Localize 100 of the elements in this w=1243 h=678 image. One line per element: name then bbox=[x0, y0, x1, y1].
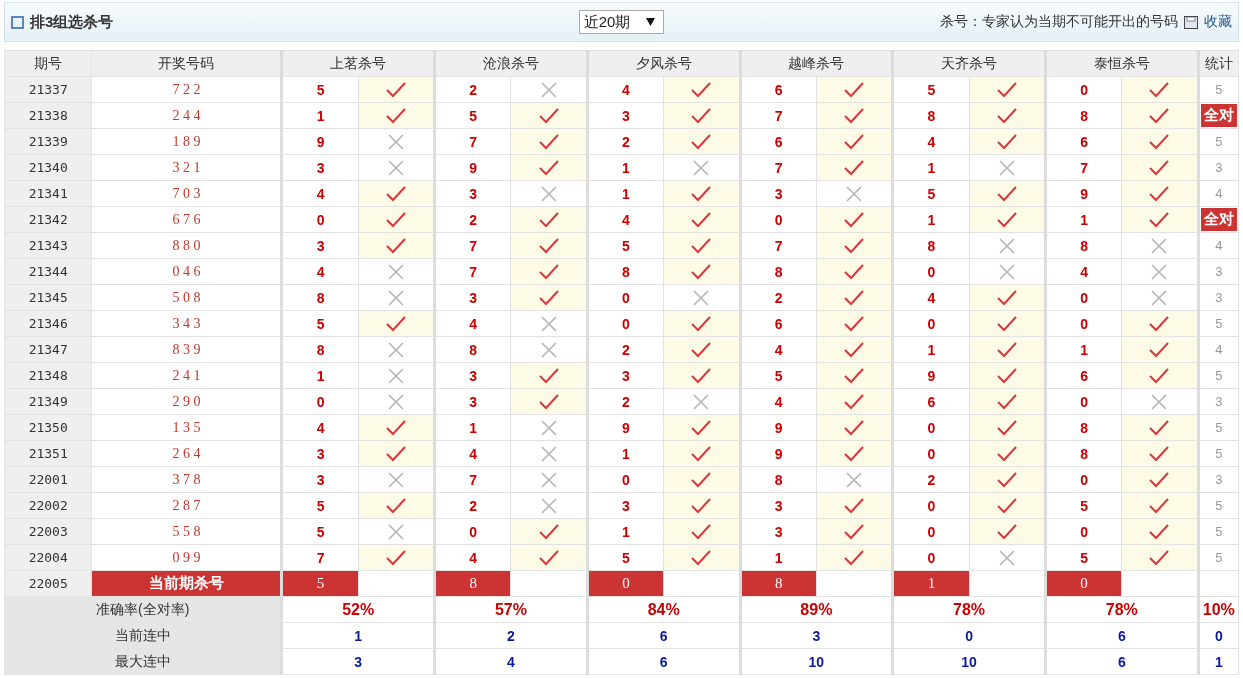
check-icon bbox=[844, 342, 865, 359]
check-icon bbox=[691, 134, 712, 151]
stat-cell: 4 bbox=[1198, 336, 1239, 363]
cross-icon bbox=[387, 134, 404, 151]
current-kill-number: 1 bbox=[892, 570, 970, 597]
check-icon bbox=[996, 524, 1017, 541]
check-icon bbox=[538, 524, 559, 541]
current-kill-number: 0 bbox=[587, 570, 664, 597]
cross-icon bbox=[540, 342, 557, 359]
summary-label: 最大连中 bbox=[4, 648, 282, 675]
stat-cell: 3 bbox=[1198, 258, 1239, 285]
cross-icon bbox=[540, 446, 557, 463]
summary-value: 3 bbox=[740, 622, 893, 649]
check-icon bbox=[538, 108, 559, 125]
check-icon bbox=[385, 212, 406, 229]
check-icon bbox=[538, 290, 559, 307]
stat-cell: 3 bbox=[1198, 466, 1239, 493]
column-header: 沧浪杀号 bbox=[434, 50, 588, 77]
check-icon bbox=[844, 550, 865, 567]
period-cell: 21344 bbox=[4, 258, 92, 285]
cross-icon bbox=[540, 420, 557, 437]
period-cell: 21348 bbox=[4, 362, 92, 389]
bookmark-link[interactable]: 收藏 bbox=[1204, 13, 1232, 31]
stat-cell: 3 bbox=[1198, 154, 1239, 181]
period-cell: 21347 bbox=[4, 336, 92, 363]
check-icon bbox=[385, 238, 406, 255]
cross-icon bbox=[998, 550, 1015, 567]
check-icon bbox=[691, 524, 712, 541]
check-icon bbox=[691, 446, 712, 463]
check-icon bbox=[691, 472, 712, 489]
period-cell: 21338 bbox=[4, 102, 92, 129]
check-icon bbox=[996, 134, 1017, 151]
period-cell: 21350 bbox=[4, 414, 92, 441]
stat-cell: 5 bbox=[1198, 492, 1239, 519]
check-icon bbox=[1149, 108, 1170, 125]
cross-icon bbox=[998, 160, 1015, 177]
summary-value: 10% bbox=[1198, 596, 1239, 623]
check-icon bbox=[385, 82, 406, 99]
check-icon bbox=[385, 498, 406, 515]
current-kill-number: 8 bbox=[740, 570, 817, 597]
check-icon bbox=[996, 446, 1017, 463]
current-kill-label: 当前期杀号 bbox=[91, 570, 282, 597]
cross-icon bbox=[693, 290, 710, 307]
stat-cell: 3 bbox=[1198, 284, 1239, 311]
column-header: 统计 bbox=[1198, 50, 1239, 77]
stat-cell: 5 bbox=[1198, 544, 1239, 571]
check-icon bbox=[996, 420, 1017, 437]
cross-icon bbox=[540, 82, 557, 99]
stat-cell: 4 bbox=[1198, 232, 1239, 259]
column-header: 上茗杀号 bbox=[281, 50, 435, 77]
check-icon bbox=[1149, 316, 1170, 333]
check-icon bbox=[1149, 134, 1170, 151]
cross-icon bbox=[998, 264, 1015, 281]
cross-icon bbox=[1151, 290, 1168, 307]
check-icon bbox=[844, 134, 865, 151]
check-icon bbox=[996, 368, 1017, 385]
summary-value: 6 bbox=[1045, 622, 1199, 649]
cross-icon bbox=[1151, 394, 1168, 411]
check-icon bbox=[691, 368, 712, 385]
check-icon bbox=[538, 368, 559, 385]
check-icon bbox=[538, 212, 559, 229]
check-icon bbox=[996, 108, 1017, 125]
period-cell: 22003 bbox=[4, 518, 92, 545]
check-icon bbox=[996, 498, 1017, 515]
check-icon bbox=[844, 498, 865, 515]
check-icon bbox=[691, 550, 712, 567]
summary-value: 6 bbox=[1045, 648, 1199, 675]
period-cell: 21346 bbox=[4, 310, 92, 337]
check-icon bbox=[1149, 160, 1170, 177]
summary-value: 1 bbox=[1198, 648, 1239, 675]
check-icon bbox=[1149, 82, 1170, 99]
check-icon bbox=[844, 420, 865, 437]
column-header: 泰恒杀号 bbox=[1045, 50, 1199, 77]
check-icon bbox=[1149, 550, 1170, 567]
summary-value: 84% bbox=[587, 596, 740, 623]
column-header: 越峰杀号 bbox=[740, 50, 893, 77]
summary-label: 当前连中 bbox=[4, 622, 282, 649]
check-icon bbox=[691, 108, 712, 125]
cross-icon bbox=[846, 472, 863, 489]
cross-icon bbox=[540, 498, 557, 515]
check-icon bbox=[844, 394, 865, 411]
check-icon bbox=[844, 238, 865, 255]
check-icon bbox=[996, 472, 1017, 489]
current-kill-number: 8 bbox=[434, 570, 511, 597]
current-kill-number: 5 bbox=[281, 570, 359, 597]
column-header: 开奖号码 bbox=[91, 50, 282, 77]
summary-value: 0 bbox=[1198, 622, 1239, 649]
period-cell: 21351 bbox=[4, 440, 92, 467]
summary-value: 10 bbox=[892, 648, 1046, 675]
summary-value: 2 bbox=[434, 622, 588, 649]
period-select[interactable]: 近20期 bbox=[578, 10, 665, 34]
all-hit-badge: 全对 bbox=[1200, 104, 1237, 127]
check-icon bbox=[844, 212, 865, 229]
period-cell: 21345 bbox=[4, 284, 92, 311]
check-icon bbox=[996, 316, 1017, 333]
column-header: 天齐杀号 bbox=[892, 50, 1046, 77]
cross-icon bbox=[1151, 264, 1168, 281]
check-icon bbox=[1149, 524, 1170, 541]
current-kill-number: 0 bbox=[1045, 570, 1122, 597]
stat-cell: 5 bbox=[1198, 362, 1239, 389]
